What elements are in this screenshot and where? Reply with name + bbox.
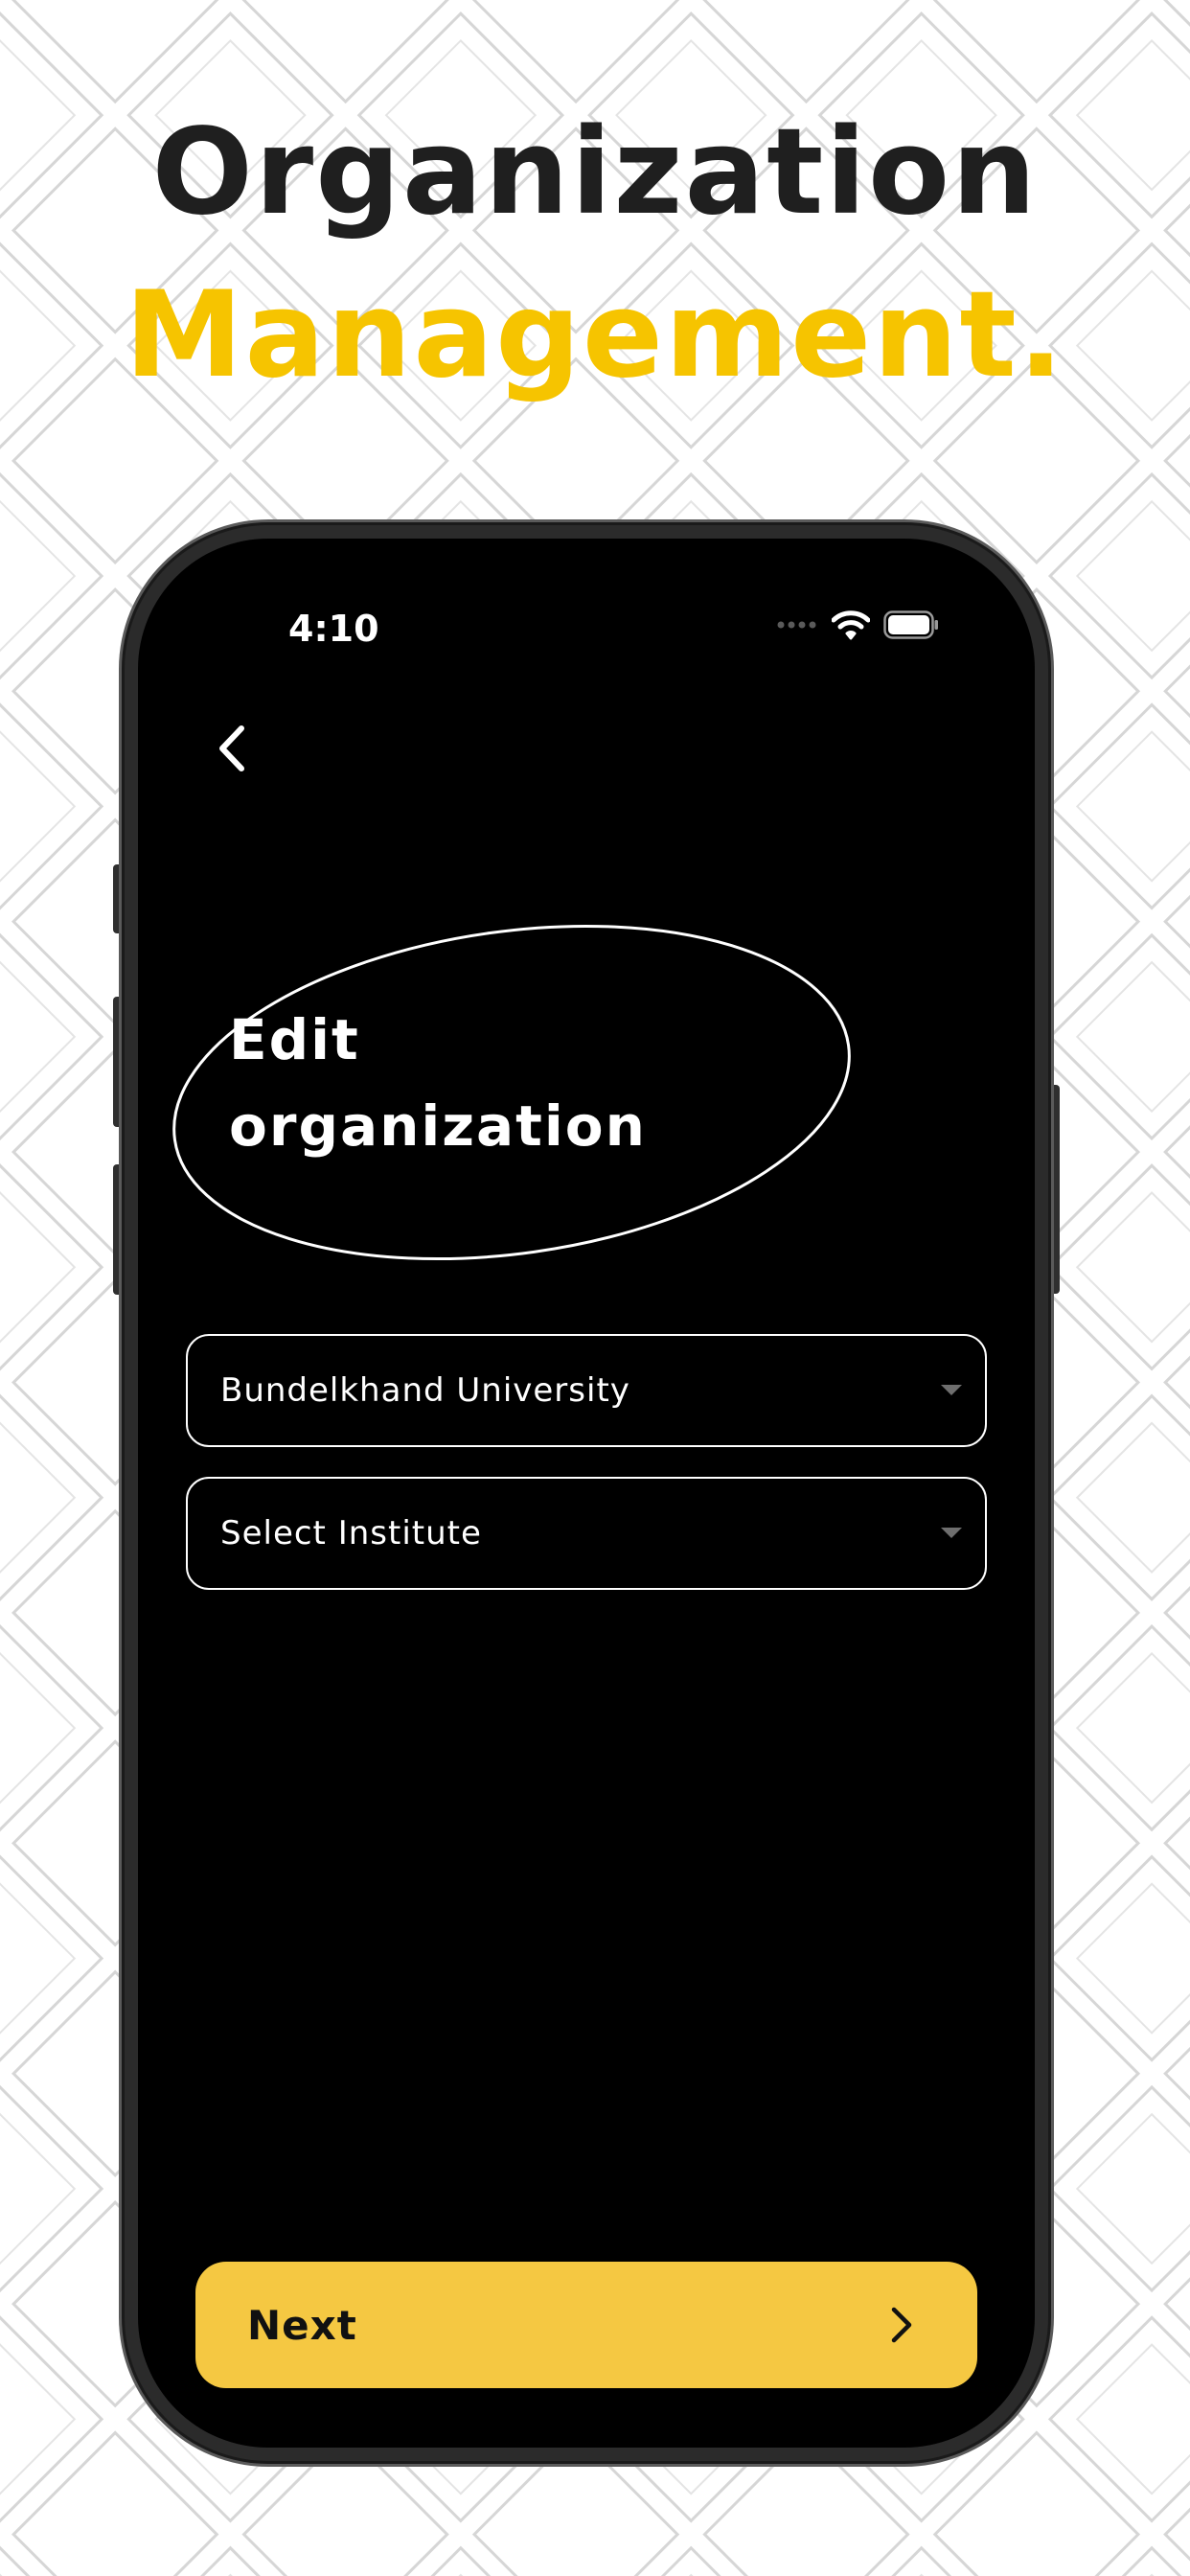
status-icons <box>776 610 939 640</box>
chevron-left-icon <box>219 725 244 771</box>
page-title: Edit organization <box>229 997 670 1169</box>
back-button[interactable] <box>197 715 264 782</box>
phone-power-button <box>1046 1085 1060 1294</box>
organization-dropdown[interactable]: Bundelkhand University <box>186 1334 987 1447</box>
phone-screen: 4:10 Edit organization Bundelkhand Unive… <box>138 539 1035 2448</box>
headline-subtitle: Management. <box>125 266 1065 404</box>
phone-frame: 4:10 Edit organization Bundelkhand Unive… <box>125 525 1048 2461</box>
institute-dropdown-placeholder: Select Institute <box>220 1514 482 1552</box>
headline-title: Organization <box>151 104 1039 242</box>
organization-dropdown-value: Bundelkhand University <box>220 1371 630 1410</box>
wifi-icon <box>832 610 870 640</box>
status-time: 4:10 <box>288 608 379 650</box>
battery-icon <box>883 610 938 639</box>
next-button-label: Next <box>247 2301 357 2349</box>
next-button[interactable]: Next <box>195 2262 977 2388</box>
caret-down-icon <box>941 1385 962 1395</box>
chevron-right-icon <box>891 2307 912 2343</box>
signal-dots-icon <box>777 621 816 629</box>
caret-down-icon <box>941 1528 962 1538</box>
page-title-text: Edit organization <box>229 1007 647 1159</box>
institute-dropdown[interactable]: Select Institute <box>186 1477 987 1590</box>
